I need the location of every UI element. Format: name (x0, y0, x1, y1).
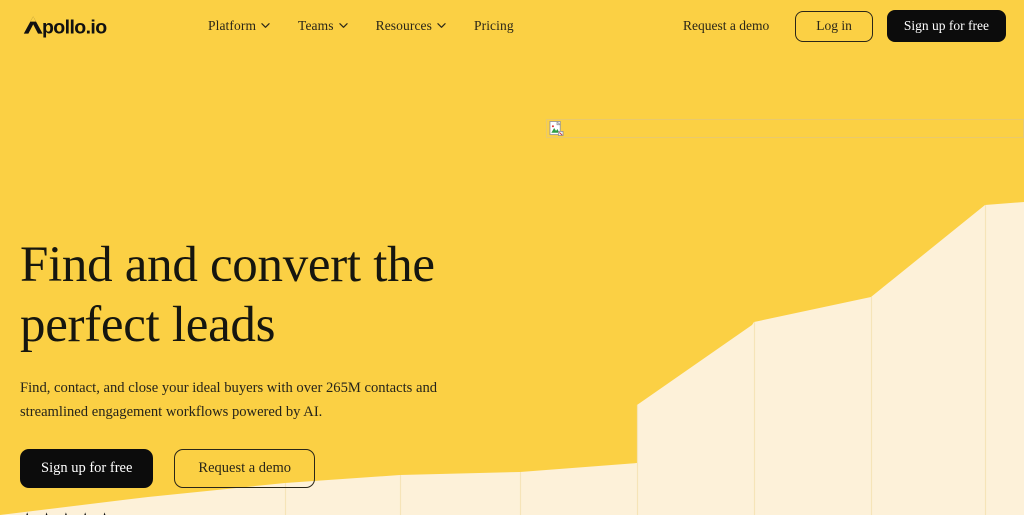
star-icon: ★ (97, 511, 111, 515)
page-title: Find and convert the perfect leads (20, 235, 480, 355)
nav-item-platform-label: Platform (208, 18, 257, 33)
nav-item-pricing[interactable]: Pricing (474, 18, 514, 34)
nav-item-resources[interactable]: Resources (376, 18, 446, 34)
main-navigation: Platform Teams Resources Pricing (208, 18, 514, 34)
header-actions: Request a demo Log in Sign up for free (683, 10, 1006, 42)
apollo-logo[interactable]: pollo.io (20, 12, 128, 40)
rating-row: ★ ★ ★ ★ ★ 4.8 /5 based on 5,780 reviews … (20, 511, 1024, 515)
hero-signup-button[interactable]: Sign up for free (20, 448, 154, 488)
nav-item-teams[interactable]: Teams (298, 18, 348, 34)
hero-title-line-1: Find and convert the (20, 237, 435, 293)
star-icon: ★ (59, 511, 73, 515)
chevron-down-icon (261, 21, 270, 30)
nav-item-resources-label: Resources (375, 18, 432, 33)
nav-item-pricing-label: Pricing (473, 18, 514, 33)
chevron-down-icon (338, 21, 348, 30)
hero-request-demo-button[interactable]: Request a demo (174, 448, 316, 488)
nav-item-teams-label: Teams (298, 18, 334, 33)
star-icon: ★ (39, 511, 53, 515)
hero-cta-group: Sign up for free Request a demo (20, 448, 1024, 488)
star-icon: ★ (20, 511, 34, 515)
nav-item-platform[interactable]: Platform (208, 18, 270, 34)
login-button[interactable]: Log in (795, 10, 873, 42)
star-rating: ★ ★ ★ ★ ★ (20, 511, 112, 515)
hero-subtitle: Find, contact, and close your ideal buye… (20, 380, 438, 420)
site-header: pollo.io Platform Teams Resources Pricin… (0, 0, 1024, 52)
svg-text:pollo.io: pollo.io (42, 17, 107, 38)
hero-section: Find and convert the perfect leads Find,… (0, 52, 1024, 515)
chevron-down-icon (437, 21, 446, 30)
star-icon: ★ (78, 511, 92, 515)
apollo-logo-mark: pollo.io (23, 16, 108, 38)
request-demo-link[interactable]: Request a demo (683, 18, 769, 34)
signup-button[interactable]: Sign up for free (886, 10, 1006, 42)
hero-title-line-2: perfect leads (20, 297, 276, 354)
